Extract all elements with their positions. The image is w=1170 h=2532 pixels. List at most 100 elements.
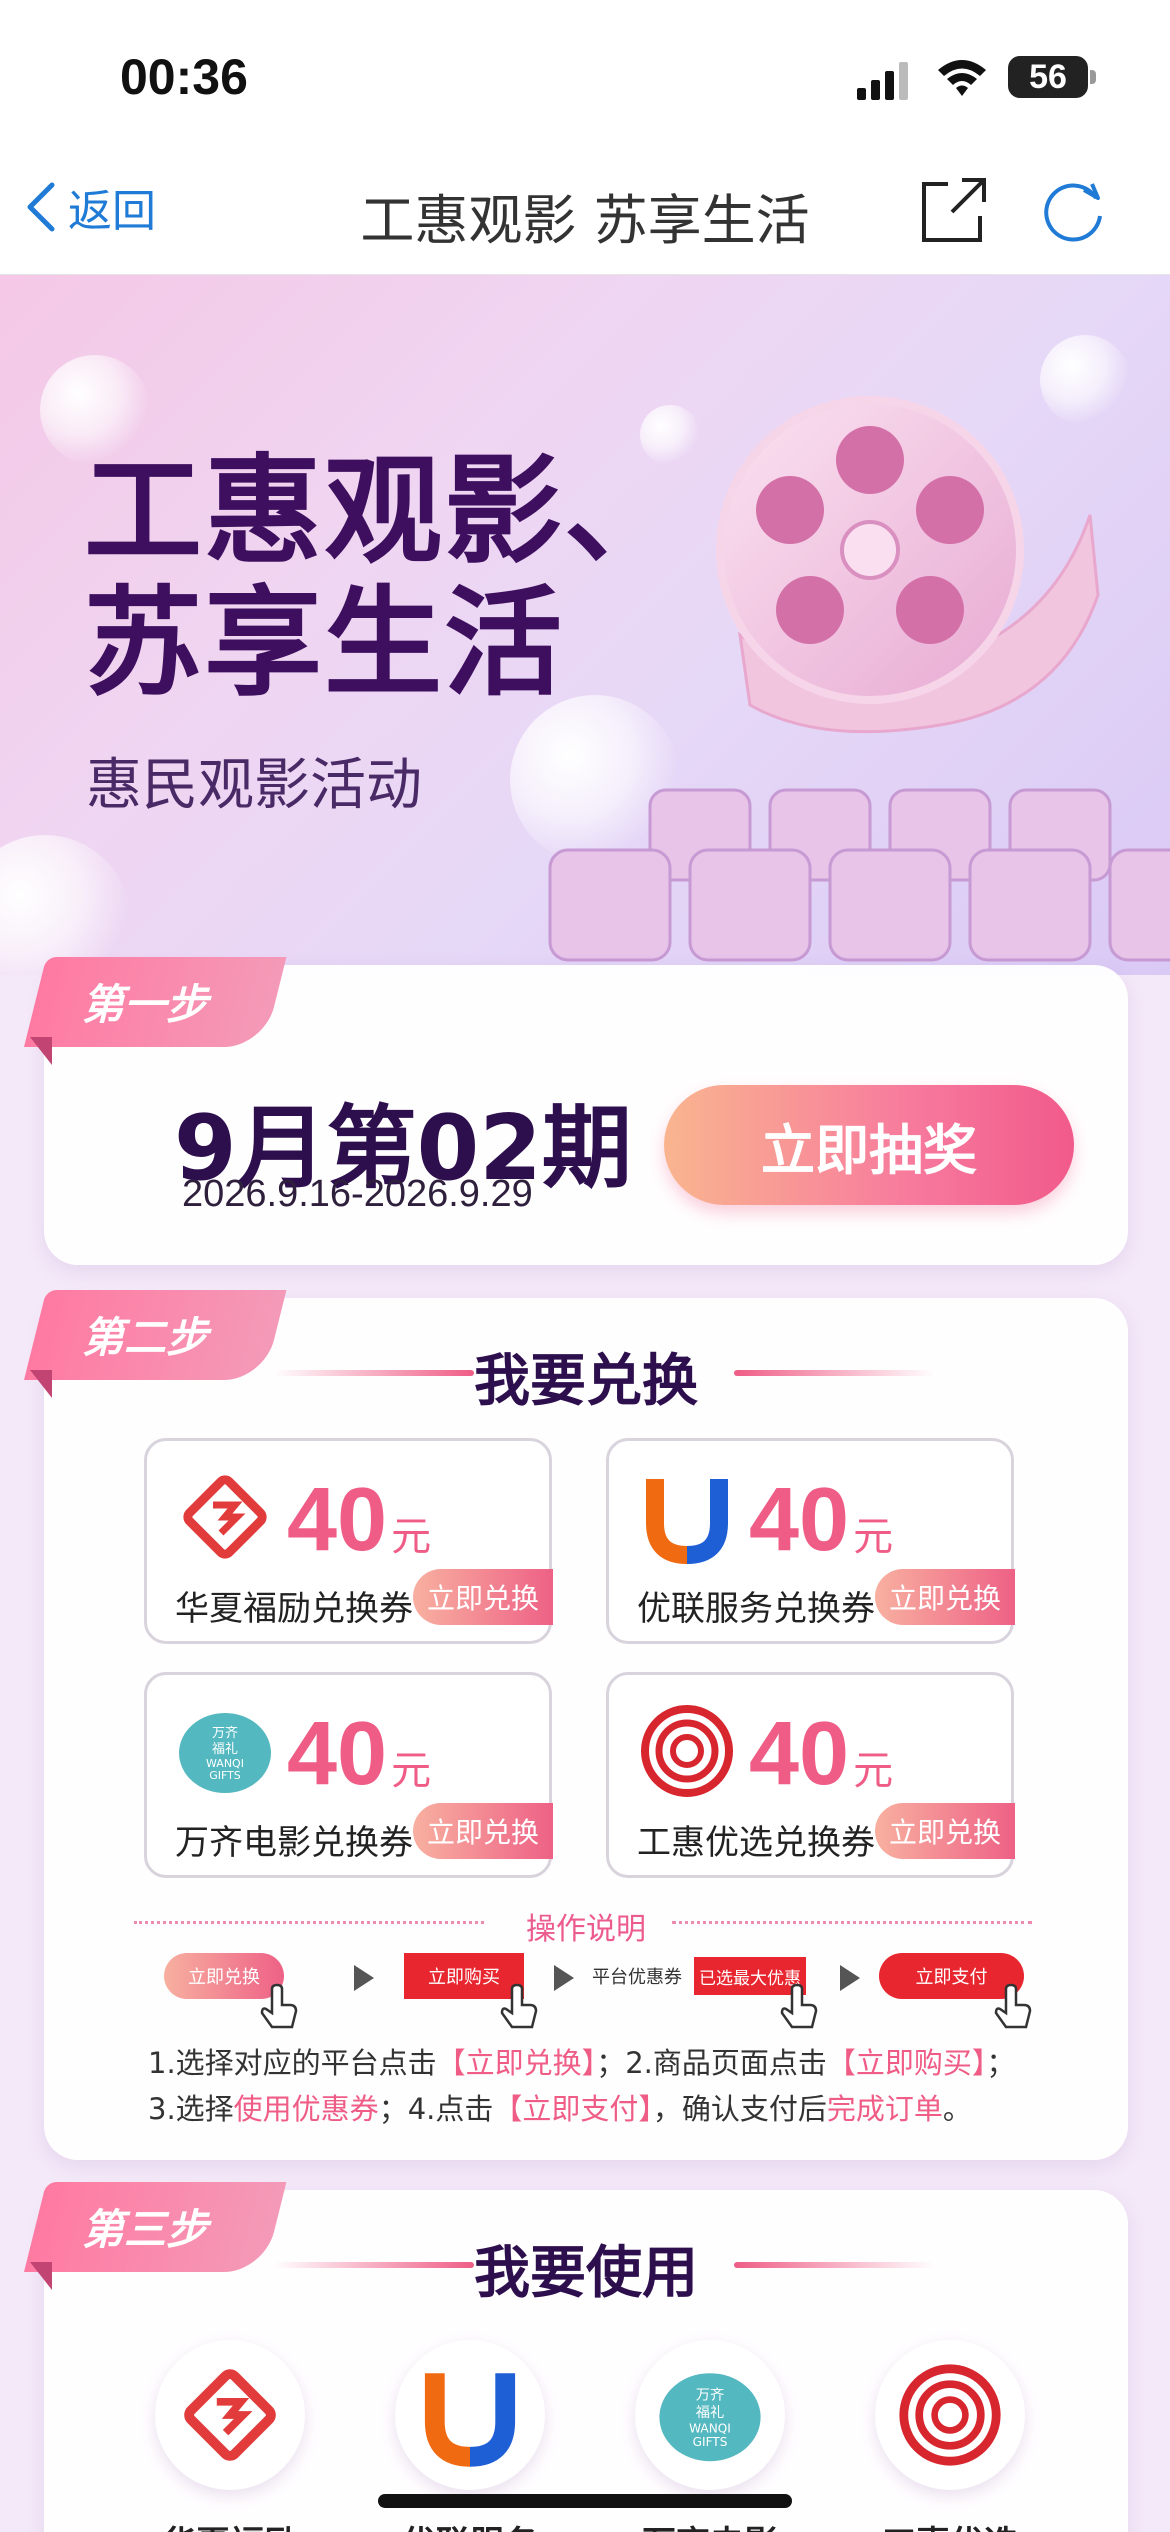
ops-title: 操作说明 bbox=[526, 1912, 646, 1947]
redeem-button[interactable]: 立即兑换 bbox=[413, 1803, 553, 1859]
battery-level: 56 bbox=[1029, 58, 1067, 96]
redeem-button[interactable]: 立即兑换 bbox=[413, 1569, 553, 1625]
instruction-highlight: 【立即支付】 bbox=[493, 2092, 653, 2126]
instruction-text: ；4.点击 bbox=[378, 2092, 494, 2126]
app-icon-circle bbox=[395, 2340, 545, 2490]
app-label: 万齐电影 bbox=[630, 2516, 790, 2532]
wanqi-logo-text: GIFTS bbox=[693, 2435, 728, 2449]
share-icon[interactable] bbox=[918, 174, 990, 246]
hero-subtitle: 惠民观影活动 bbox=[86, 753, 422, 818]
coupon-name: 华夏福励兑换券 bbox=[175, 1589, 413, 1629]
ops-coupon-label: 平台优惠券 bbox=[592, 1967, 682, 1988]
wanqi-logo-text: 福礼 bbox=[212, 1741, 238, 1757]
divider bbox=[672, 1921, 1032, 1924]
wanqi-logo-icon: 万齐 福礼 WANQI GIFTS bbox=[659, 2373, 761, 2462]
wanqi-logo-text: 万齐 bbox=[212, 1725, 238, 1741]
use-section-title: 我要使用 bbox=[474, 2241, 698, 2306]
instruction-text: 3.选择 bbox=[148, 2092, 234, 2126]
wanqi-logo-text: 福礼 bbox=[696, 2404, 725, 2421]
status-time: 00:36 bbox=[120, 49, 248, 105]
app-icon-circle bbox=[875, 2340, 1025, 2490]
hero-title-line1: 工惠观影、 bbox=[84, 442, 685, 580]
redeem-button[interactable]: 立即兑换 bbox=[875, 1569, 1015, 1625]
app-label: 华夏福励 bbox=[150, 2516, 310, 2532]
coupon-card: 40 元 工惠优选兑换券 立即兑换 bbox=[606, 1672, 1015, 1878]
coupon-unit: 元 bbox=[853, 1749, 894, 1793]
coupon-amount: 40 元 bbox=[749, 1469, 893, 1572]
step1-card: 第一步 9月第02期 2026.9.16-2026.9.29 立即抽奖 bbox=[24, 957, 1128, 1265]
huaxia-logo-icon bbox=[183, 1475, 267, 1559]
coupon-card: 40 元 华夏福励兑换券 立即兑换 bbox=[144, 1438, 553, 1644]
instruction-highlight: 【立即兑换】 bbox=[436, 2046, 597, 2080]
app-entry-gonghui[interactable]: 工惠优选 bbox=[870, 2340, 1030, 2532]
ops-flow: 立即兑换 立即购买 平台优惠券 已选最大优惠 立即支付 bbox=[164, 1953, 1044, 2043]
redeem-button[interactable]: 立即兑换 bbox=[875, 1803, 1015, 1859]
instruction-highlight: 使用优惠券 bbox=[233, 2092, 379, 2126]
step1-badge-label: 第一步 bbox=[82, 980, 209, 1029]
instructions-line2: 3.选择使用优惠券；4.点击【立即支付】，确认支付后完成订单。 bbox=[148, 2086, 1108, 2132]
period-date-range: 2026.9.16-2026.9.29 bbox=[182, 1173, 533, 1215]
draw-lottery-button[interactable]: 立即抽奖 bbox=[664, 1085, 1074, 1205]
coupon-amount-value: 40 bbox=[749, 1470, 850, 1570]
arrow-right-icon bbox=[840, 1965, 860, 1991]
instruction-text: 1.选择对应的平台点击 bbox=[148, 2046, 437, 2080]
wanqi-logo-text: 万齐 bbox=[696, 2387, 725, 2404]
film-reel-icon bbox=[716, 396, 1100, 734]
coupon-amount-value: 40 bbox=[749, 1704, 850, 1804]
cinema-seats-illustration bbox=[548, 788, 1170, 962]
status-bar: 00:36 56 bbox=[0, 0, 1170, 150]
app-icon-circle: 万齐 福礼 WANQI GIFTS bbox=[635, 2340, 785, 2490]
app-entry-huaxia[interactable]: 华夏福励 bbox=[150, 2340, 310, 2532]
arrow-right-icon bbox=[354, 1965, 374, 1991]
tap-hand-icon bbox=[500, 1983, 538, 2029]
app-label: 优联服务 bbox=[390, 2516, 550, 2532]
cellular-signal-icon bbox=[857, 62, 908, 100]
coupon-amount-value: 40 bbox=[287, 1470, 388, 1570]
coupon-amount-value: 40 bbox=[287, 1704, 388, 1804]
gonghui-logo-icon bbox=[641, 1705, 733, 1797]
tap-hand-icon bbox=[780, 1983, 818, 2029]
youlian-logo-icon bbox=[646, 1479, 728, 1564]
arrow-right-icon bbox=[554, 1965, 574, 1991]
instruction-highlight: 完成订单 bbox=[826, 2092, 943, 2126]
hero-banner: 工惠观影、 苏享生活 惠民观影活动 bbox=[0, 275, 1170, 975]
battery-icon: 56 bbox=[1008, 56, 1096, 98]
hero-title: 工惠观影、 苏享生活 bbox=[84, 445, 684, 709]
wanqi-logo-text: GIFTS bbox=[209, 1769, 241, 1782]
coupon-unit: 元 bbox=[391, 1515, 432, 1559]
bubble-decoration bbox=[0, 835, 130, 975]
coupon-card: 40 元 优联服务兑换券 立即兑换 bbox=[606, 1438, 1015, 1644]
tap-hand-icon bbox=[260, 1983, 298, 2029]
instruction-text: 。 bbox=[942, 2092, 972, 2126]
coupon-name: 优联服务兑换券 bbox=[637, 1589, 875, 1629]
coupon-unit: 元 bbox=[391, 1749, 432, 1793]
wanqi-logo-icon: 万齐 福礼 WANQI GIFTS bbox=[179, 1713, 271, 1793]
youlian-logo-icon bbox=[424, 2373, 516, 2467]
instruction-text: ，确认支付后 bbox=[652, 2092, 827, 2126]
coupon-amount: 40 元 bbox=[287, 1703, 431, 1806]
refresh-icon[interactable] bbox=[1040, 176, 1108, 244]
wanqi-logo-text: WANQI bbox=[689, 2422, 731, 2436]
instruction-text: ； bbox=[986, 2046, 1016, 2080]
coupon-unit: 元 bbox=[853, 1515, 894, 1559]
instruction-text: ；2.商品页面点击 bbox=[596, 2046, 827, 2080]
title-decor-line bbox=[734, 2262, 934, 2268]
instructions-line1: 1.选择对应的平台点击【立即兑换】；2.商品页面点击【立即购买】； bbox=[148, 2040, 1108, 2086]
hero-title-line2: 苏享生活 bbox=[84, 574, 565, 712]
home-indicator[interactable] bbox=[378, 2494, 792, 2508]
wifi-icon bbox=[938, 60, 986, 96]
app-icon-circle bbox=[155, 2340, 305, 2490]
page-title: 工惠观影 苏享生活 bbox=[360, 189, 810, 252]
tap-hand-icon bbox=[994, 1983, 1032, 2029]
gonghui-logo-icon bbox=[899, 2364, 1001, 2466]
coupon-amount: 40 元 bbox=[749, 1703, 893, 1806]
instructions-text: 1.选择对应的平台点击【立即兑换】；2.商品页面点击【立即购买】； 3.选择使用… bbox=[148, 2040, 1108, 2132]
step1-badge: 第一步 bbox=[24, 957, 294, 1065]
coupon-name: 万齐电影兑换券 bbox=[175, 1823, 413, 1863]
huaxia-logo-icon bbox=[184, 2369, 276, 2461]
step3-card: 第三步 我要使用 华夏福励 优联服务 万齐 福礼 WANQI bbox=[24, 2182, 1128, 2532]
app-label: 工惠优选 bbox=[870, 2516, 1030, 2532]
nav-bar: 返回 工惠观影 苏享生活 bbox=[0, 150, 1170, 275]
coupon-name: 工惠优选兑换券 bbox=[637, 1823, 875, 1863]
coupon-card: 万齐 福礼 WANQI GIFTS 40 元 万齐电影兑换券 立即兑换 bbox=[144, 1672, 553, 1878]
